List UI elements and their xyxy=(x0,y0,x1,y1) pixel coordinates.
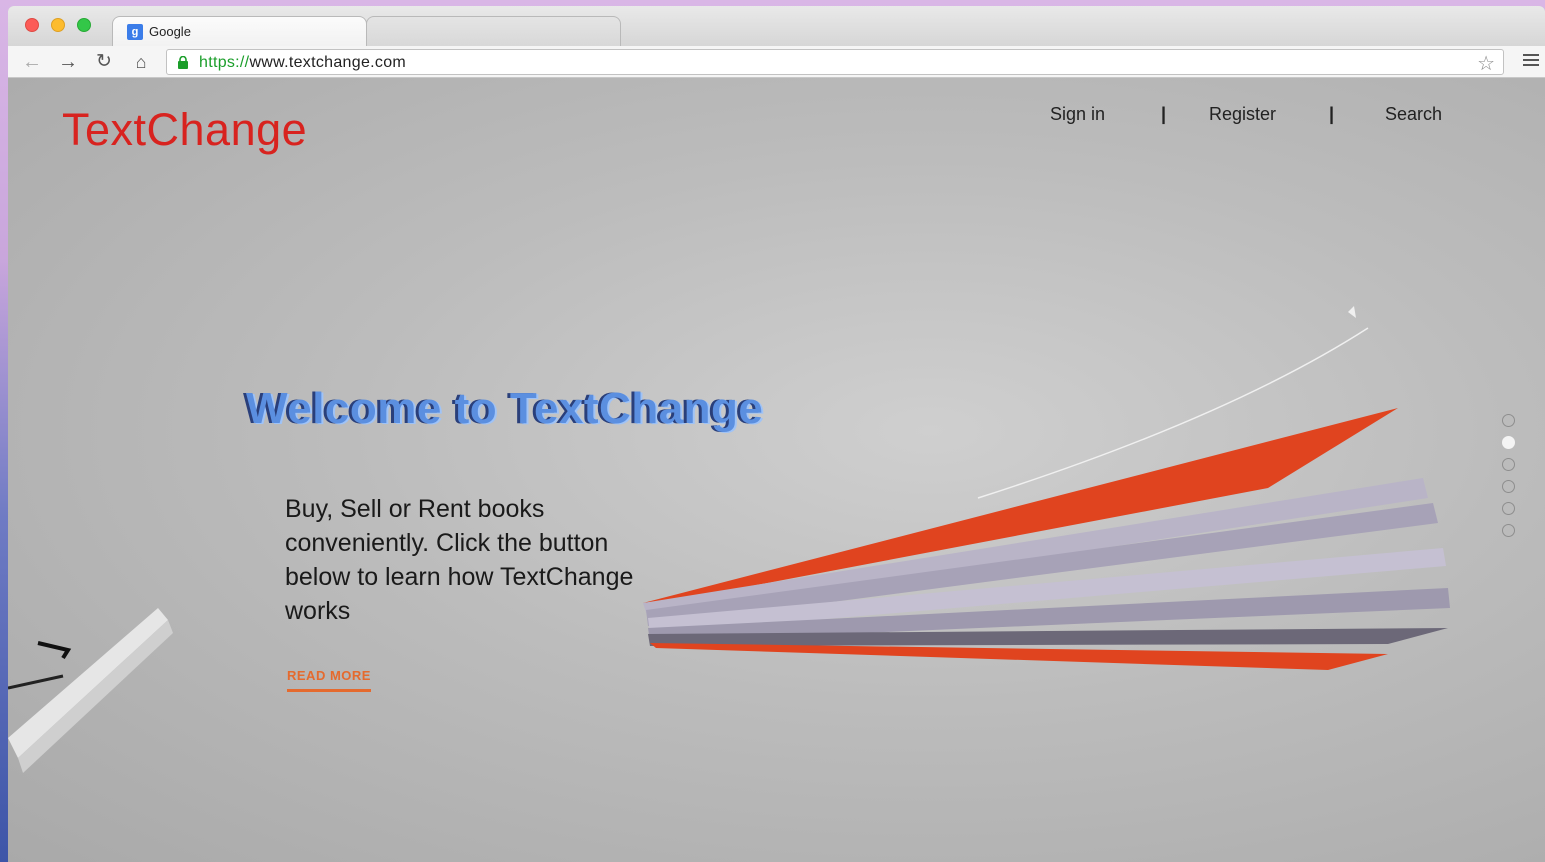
back-arrow-icon[interactable]: ← xyxy=(20,50,44,74)
carousel-dot[interactable] xyxy=(1502,502,1515,515)
browser-window: g Google ← → ↻ ⌂ https://www.textchange.… xyxy=(8,6,1545,862)
tab-title: Google xyxy=(149,24,191,39)
carousel-dot[interactable] xyxy=(1502,458,1515,471)
zoom-window-button[interactable] xyxy=(77,18,91,32)
tab-strip: g Google xyxy=(8,6,1545,46)
url-host: www.textchange.com xyxy=(249,54,407,71)
carousel-dot-active[interactable] xyxy=(1502,436,1515,449)
hero-heading: Welcome to TextChange xyxy=(246,384,764,433)
nav-separator: | xyxy=(1161,104,1167,124)
menu-icon[interactable] xyxy=(1523,54,1539,68)
hero-tagline: Buy, Sell or Rent books conveniently. Cl… xyxy=(285,495,634,625)
open-book-image xyxy=(643,306,1450,670)
close-window-button[interactable] xyxy=(25,18,39,32)
search-link[interactable]: Search xyxy=(1385,104,1442,125)
minimize-window-button[interactable] xyxy=(51,18,65,32)
sign-in-link[interactable]: Sign in xyxy=(1050,104,1105,125)
address-bar[interactable]: https://www.textchange.com ☆ xyxy=(166,49,1504,75)
carousel-dot[interactable] xyxy=(1502,414,1515,427)
reload-icon[interactable]: ↻ xyxy=(92,50,116,74)
bookmark-star-icon[interactable]: ☆ xyxy=(1477,51,1495,76)
page-content: TextChange Sign in | Register | Search W… xyxy=(8,78,1545,862)
nav-separator: | xyxy=(1329,104,1335,124)
tab-google[interactable]: g Google xyxy=(112,16,367,46)
register-link[interactable]: Register xyxy=(1209,104,1276,125)
read-more-button[interactable]: READ MORE xyxy=(287,668,371,692)
url-text: https://www.textchange.com xyxy=(199,54,406,72)
lock-icon xyxy=(178,56,188,69)
home-icon[interactable]: ⌂ xyxy=(129,50,153,74)
carousel-dot[interactable] xyxy=(1502,524,1515,537)
browser-toolbar: ← → ↻ ⌂ https://www.textchange.com ☆ xyxy=(8,46,1545,78)
pen-image xyxy=(8,608,173,773)
carousel-pagination xyxy=(1502,414,1515,546)
site-logo[interactable]: TextChange xyxy=(62,104,307,156)
new-tab[interactable] xyxy=(366,16,621,46)
forward-arrow-icon[interactable]: → xyxy=(56,50,80,74)
url-scheme: https:// xyxy=(199,54,250,71)
g-favicon-icon: g xyxy=(127,24,143,40)
carousel-dot[interactable] xyxy=(1502,480,1515,493)
